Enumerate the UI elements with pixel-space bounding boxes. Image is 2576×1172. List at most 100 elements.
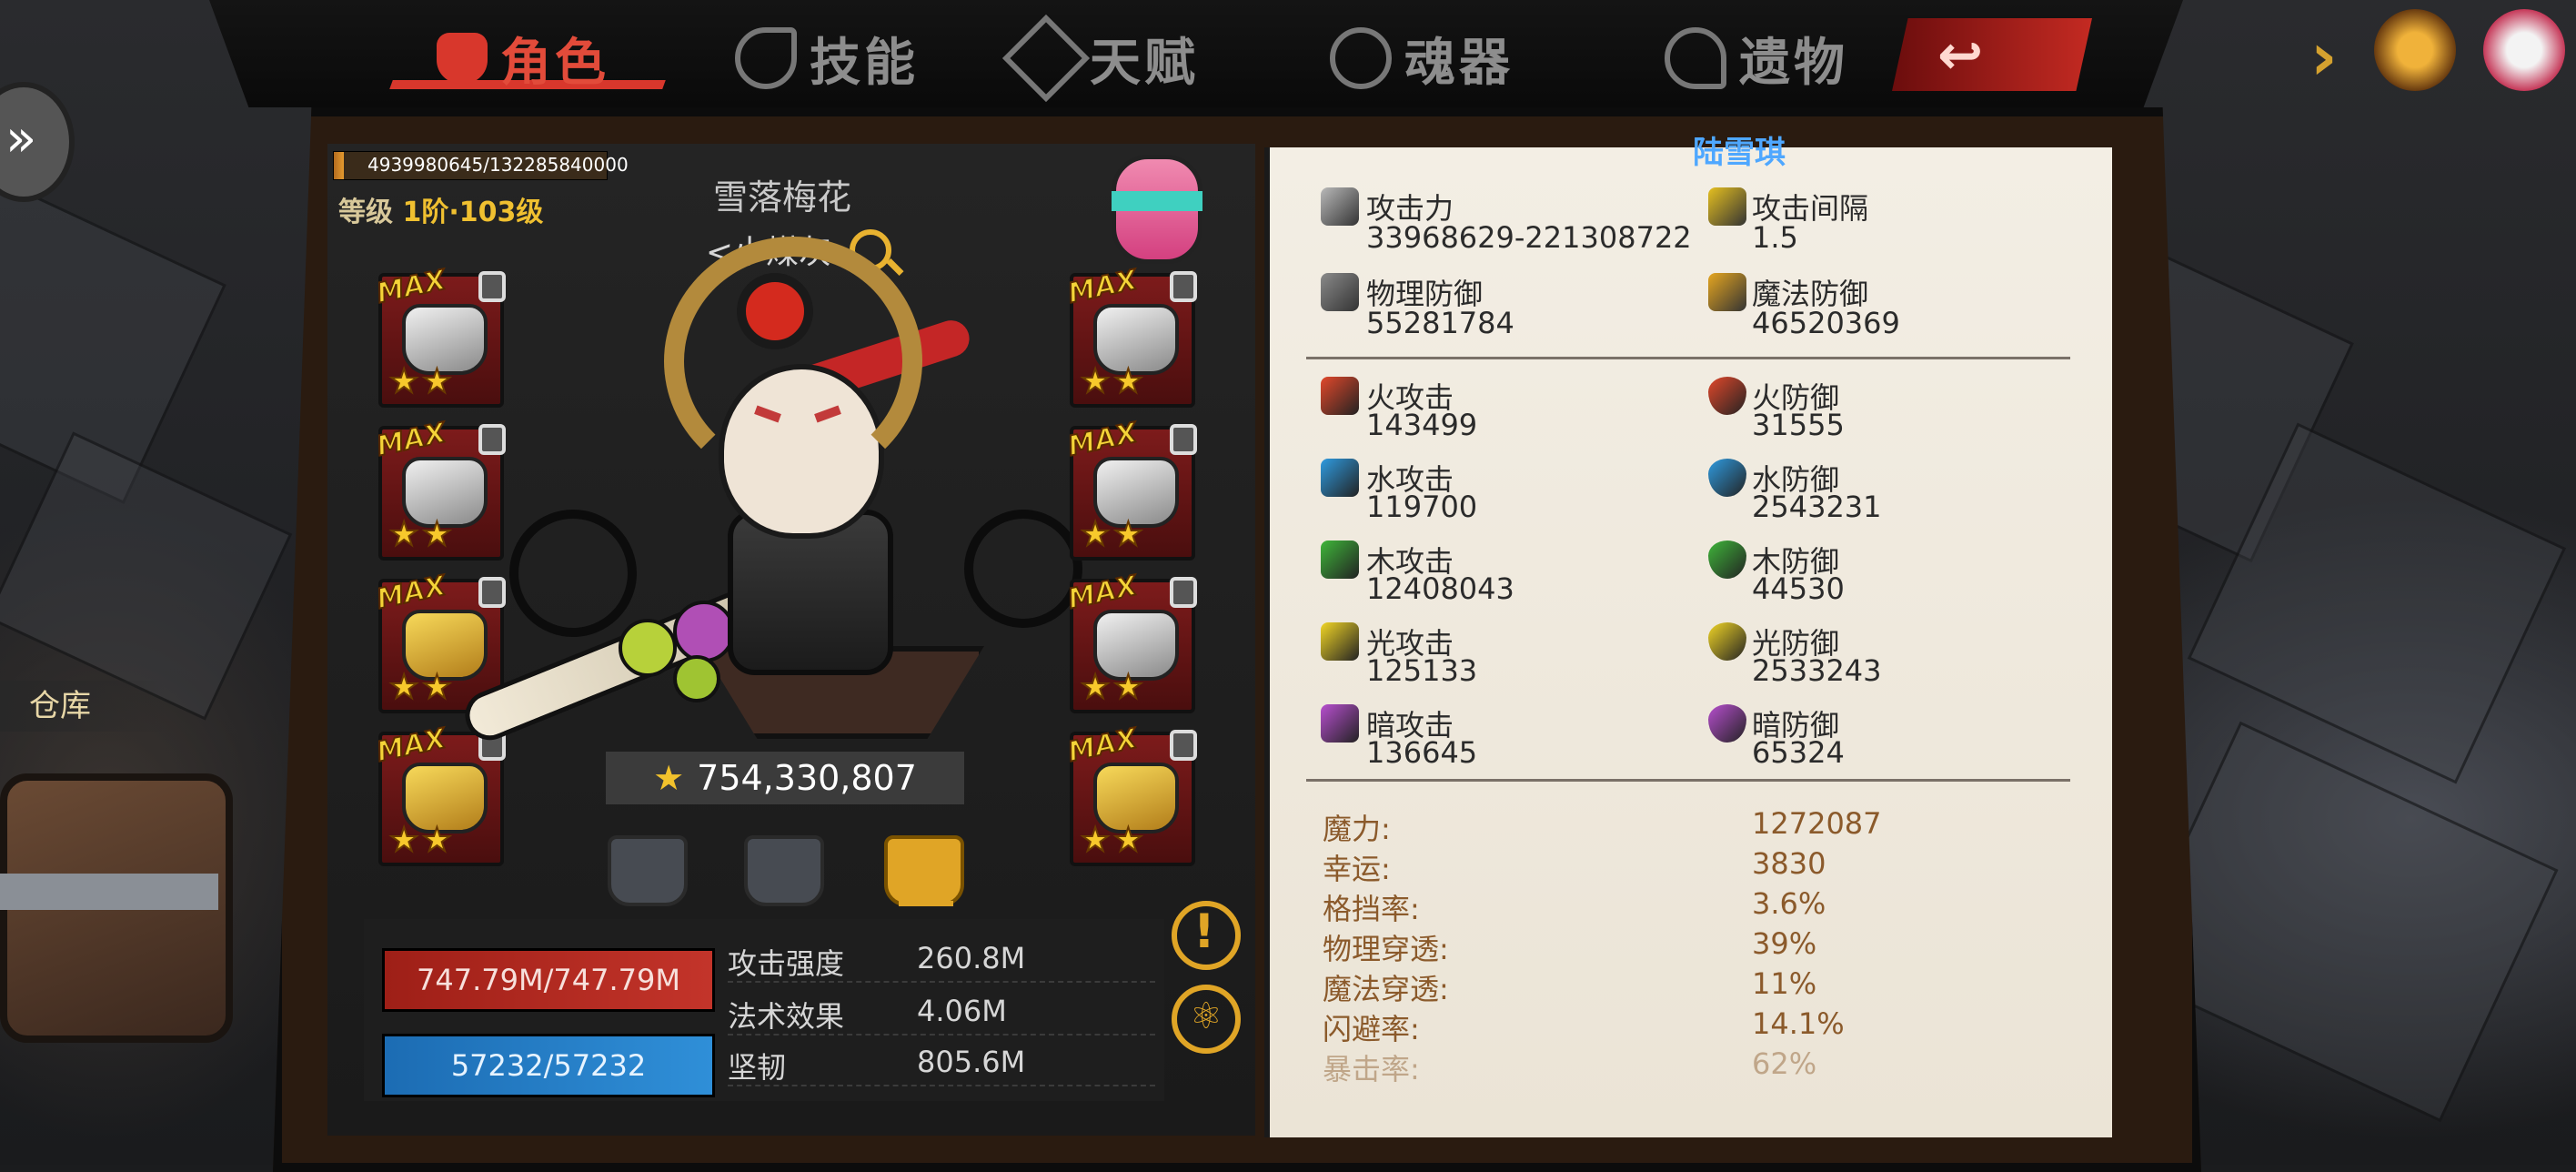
star-rating: ★★ [1080, 515, 1147, 554]
lock-icon [1170, 424, 1197, 455]
secondary-stat-value: 39% [1752, 926, 1817, 961]
atom-button[interactable]: ⚛ [1172, 985, 1241, 1054]
secondary-stat-value: 3.6% [1752, 886, 1826, 921]
sword-gem [673, 601, 735, 662]
armor-set-3-button[interactable] [884, 835, 964, 906]
stat-value: 33968629-221308722 [1366, 220, 1692, 255]
tab-skills-label: 技能 [810, 33, 919, 93]
combat-power-value: 754,330,807 [697, 758, 917, 798]
level-value: 1阶·103级 [402, 197, 544, 228]
checklist-icon[interactable] [2483, 9, 2565, 91]
divider [1306, 357, 2070, 359]
star-rating: ★★ [1080, 668, 1147, 707]
stat-value: 2533243 [1752, 653, 1882, 688]
tab-talent-label: 天赋 [1090, 33, 1199, 93]
secondary-stat-label: 物理穿透: [1323, 932, 1449, 966]
crown-icon[interactable] [2374, 9, 2456, 91]
stat-value: 12408043 [1366, 571, 1514, 606]
attr-value: 805.6M [917, 1045, 1026, 1079]
equip-slot-belt[interactable]: MAX ★★ [1064, 416, 1197, 561]
stat-value: 119700 [1366, 490, 1478, 524]
chevron-right-icon[interactable]: › [2310, 18, 2338, 95]
info-button[interactable]: ! [1172, 901, 1241, 970]
tab-soul[interactable]: 魂器 [1330, 13, 1514, 104]
tab-relic[interactable]: 遗物 [1665, 13, 1848, 104]
hp-bar: 747.79M/747.79M [382, 948, 715, 1012]
secondary-stat-label: 幸运: [1323, 852, 1391, 886]
stat-value: 1.5 [1752, 220, 1798, 255]
soul-icon [1330, 27, 1392, 89]
secondary-stat-label: 暴击率: [1323, 1052, 1420, 1086]
wood-attack-icon [1321, 541, 1359, 579]
equip-slot-helmet[interactable]: MAX ★★ [373, 263, 506, 408]
attr-label: 法术效果 [728, 999, 845, 1034]
atom-icon: ⚛ [1190, 995, 1223, 1037]
equip-slot-amulet[interactable]: MAX ★★ [1064, 722, 1197, 866]
skill-icon [735, 27, 797, 89]
attr-value: 260.8M [917, 941, 1026, 975]
star-rating: ★★ [1080, 821, 1147, 860]
star-rating: ★★ [388, 821, 456, 860]
attr-row: 坚韧 805.6M [728, 1037, 1155, 1086]
star-icon: ★ [653, 758, 685, 798]
thorn-decoration [509, 510, 637, 637]
tab-soul-label: 魂器 [1404, 33, 1514, 93]
armor-set-2-button[interactable] [744, 835, 824, 906]
secondary-stat-value: 11% [1752, 966, 1817, 1001]
equip-slot-ring[interactable]: MAX ★★ [373, 722, 506, 866]
star-rating: ★★ [1080, 362, 1147, 401]
stat-value: 2543231 [1752, 490, 1882, 524]
chest-band [0, 874, 218, 910]
stat-value: 143499 [1366, 408, 1478, 442]
attr-value: 4.06M [917, 994, 1007, 1028]
relic-icon [1665, 27, 1726, 89]
secondary-stat-value: 14.1% [1752, 1006, 1845, 1041]
sword-gem [619, 619, 677, 677]
back-arrow-icon: ↩ [1937, 24, 1984, 87]
stat-value: 46520369 [1752, 306, 1900, 340]
tab-character[interactable]: 角色 [437, 13, 609, 104]
dark-attack-icon [1321, 704, 1359, 743]
tab-relic-label: 遗物 [1739, 33, 1848, 93]
attr-label: 攻击强度 [728, 946, 845, 981]
star-rating: ★★ [388, 362, 456, 401]
warehouse-button[interactable]: 仓库 [0, 681, 166, 732]
character-title: 雪落梅花 [712, 177, 851, 217]
light-attack-icon [1321, 622, 1359, 661]
attr-row: 法术效果 4.06M [728, 986, 1155, 1036]
armor-set-underline [899, 901, 953, 906]
secondary-stat-label: 魔法穿透: [1323, 972, 1449, 1006]
water-attack-icon [1321, 459, 1359, 497]
star-rating: ★★ [388, 668, 456, 707]
secondary-stat-value: 1272087 [1752, 806, 1882, 841]
secondary-stat-label: 闪避率: [1323, 1012, 1420, 1046]
stat-value: 136645 [1366, 735, 1478, 770]
tab-character-label: 角色 [500, 33, 609, 93]
attack-interval-icon [1708, 187, 1746, 226]
star-rating: ★★ [388, 515, 456, 554]
secondary-stat-value: 3830 [1752, 846, 1826, 881]
back-button[interactable] [1892, 18, 2092, 91]
laurel-wreath [664, 237, 922, 486]
exclamation-icon: ! [1193, 904, 1215, 959]
level-display: 等级 1阶·103级 [338, 189, 543, 229]
exp-text: 4939980645/132285840000 [367, 154, 629, 176]
sword-gem [673, 655, 720, 702]
secondary-stat-value: 62% [1752, 1046, 1817, 1081]
tab-talent[interactable]: 天赋 [1001, 13, 1199, 104]
equip-slot-chest[interactable]: MAX ★★ [1064, 263, 1197, 408]
secondary-stat-label: 魔力: [1323, 812, 1391, 846]
devil-icon [437, 33, 488, 84]
equip-slot-boots[interactable]: MAX ★★ [1064, 569, 1197, 713]
stat-value: 55281784 [1366, 306, 1514, 340]
thorn-decoration [964, 510, 1082, 628]
lock-icon [478, 577, 506, 608]
tab-skills[interactable]: 技能 [735, 13, 919, 104]
attr-row: 攻击强度 260.8M [728, 934, 1155, 983]
lock-icon [478, 271, 506, 302]
armor-set-1-button[interactable] [608, 835, 688, 906]
hero-name: 陆雪琪 [1693, 135, 1786, 171]
lock-icon [1170, 271, 1197, 302]
equip-slot-shoulder[interactable]: MAX ★★ [373, 416, 506, 561]
talent-icon [1001, 14, 1091, 103]
